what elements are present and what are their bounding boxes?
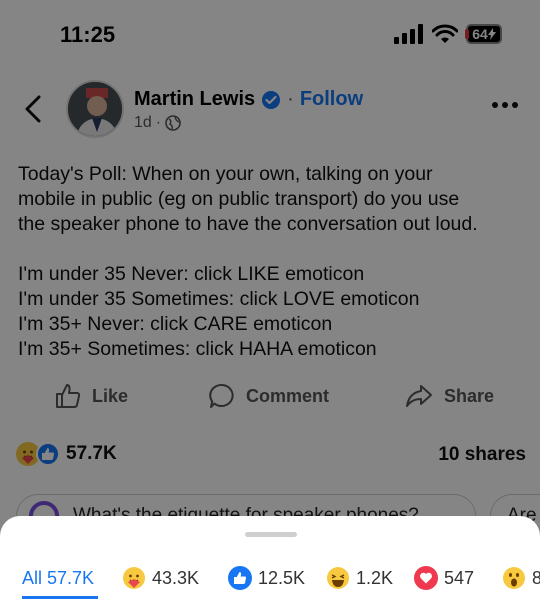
tab-label: 547: [444, 567, 475, 588]
tab-love[interactable]: 547: [414, 566, 474, 590]
tab-haha[interactable]: 1.2K: [326, 566, 393, 590]
screen: 11:25 64 Martin Lewis · Follow 1d · Toda…: [0, 0, 540, 600]
tab-like[interactable]: 12.5K: [228, 566, 305, 590]
tab-label: 1.2K: [356, 567, 394, 588]
tab-all-reactions[interactable]: All 57.7K: [22, 568, 94, 589]
modal-backdrop[interactable]: [0, 0, 540, 600]
care-emoji-icon: [122, 566, 146, 590]
haha-emoji-icon: [326, 566, 350, 590]
wow-emoji-icon: [502, 566, 526, 590]
tab-label: 43.3K: [152, 567, 200, 588]
tab-label: All 57.7K: [22, 568, 95, 588]
active-tab-indicator: [22, 596, 98, 599]
love-emoji-icon: [414, 566, 438, 590]
tab-label: 8: [532, 567, 540, 588]
reaction-tabs: All 57.7K 43.3K 12.5K 1.2K 547 8: [0, 556, 540, 600]
sheet-drag-handle[interactable]: [245, 532, 297, 537]
reactions-sheet: All 57.7K 43.3K 12.5K 1.2K 547 8: [0, 516, 540, 600]
tab-label: 12.5K: [258, 567, 306, 588]
tab-care[interactable]: 43.3K: [122, 566, 199, 590]
tab-wow[interactable]: 8: [502, 566, 540, 590]
like-emoji-icon: [228, 566, 252, 590]
